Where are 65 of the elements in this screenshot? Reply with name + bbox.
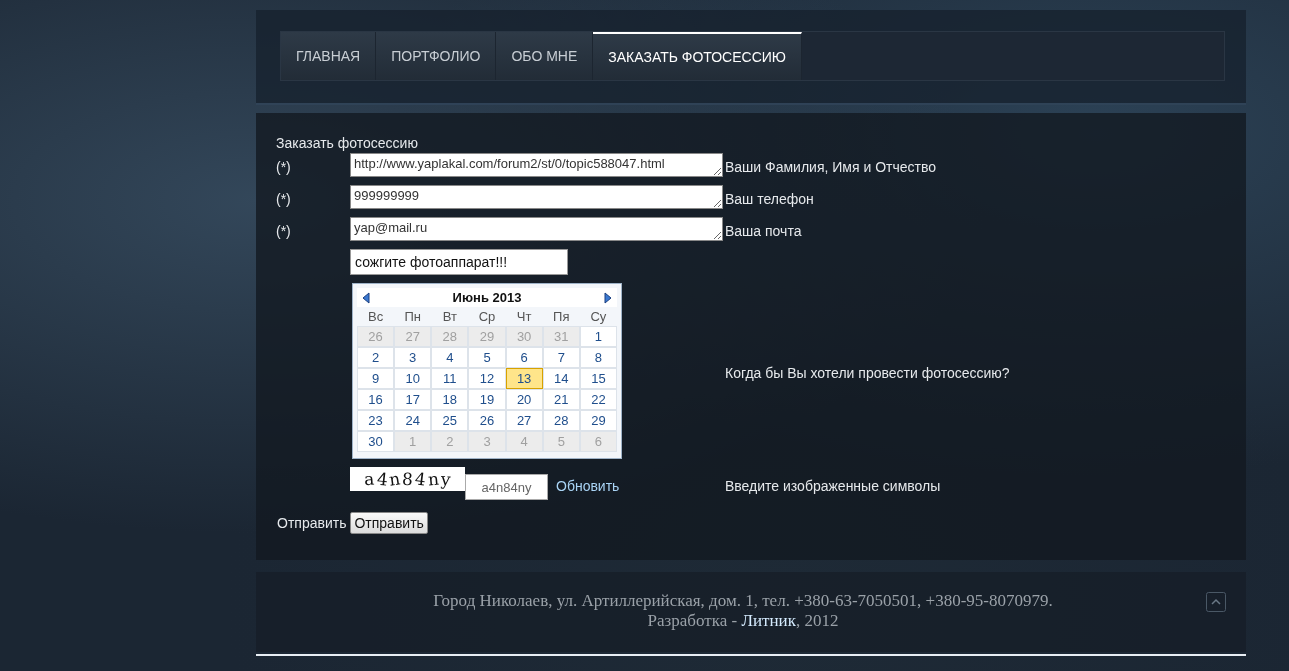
- calendar-day[interactable]: 26: [468, 410, 506, 431]
- calendar-day[interactable]: 13: [505, 368, 543, 389]
- calendar-day[interactable]: 5: [468, 347, 506, 368]
- calendar-day[interactable]: 20: [505, 389, 543, 410]
- input-field[interactable]: http://www.yaplakal.com/forum2/st/0/topic588047.html: [350, 153, 723, 177]
- submit-label: Отправить: [277, 515, 347, 531]
- calendar-day[interactable]: 24: [394, 410, 432, 431]
- date-field[interactable]: сожгите фотоаппарат!!!: [350, 249, 568, 275]
- field-label: Ваша почта: [724, 222, 803, 239]
- weekday-label: Ср: [477, 308, 497, 326]
- calendar-day[interactable]: 7: [542, 347, 580, 368]
- footer-credit: Разработка - Литник, 2012: [646, 611, 840, 631]
- calendar-day[interactable]: 18: [431, 389, 469, 410]
- calendar-day[interactable]: 29: [579, 410, 617, 431]
- calendar-day[interactable]: 11: [431, 368, 469, 389]
- calendar-day[interactable]: 12: [468, 368, 506, 389]
- input-field[interactable]: 999999999: [350, 185, 723, 209]
- calendar-day[interactable]: 19: [468, 389, 506, 410]
- field-label: Ваши Фамилия, Имя и Отчество: [724, 158, 938, 175]
- required-mark: (*): [276, 222, 292, 239]
- field-label: Введите изображенные символы: [724, 476, 942, 494]
- required-mark: (*): [276, 190, 292, 207]
- calendar-day[interactable]: 3: [394, 347, 432, 368]
- calendar-month: Июнь 2013: [452, 290, 522, 305]
- calendar-day[interactable]: 6: [505, 347, 543, 368]
- weekday-label: Пя: [552, 308, 571, 326]
- weekday-label: Чт: [515, 308, 533, 326]
- field-label: Ваш телефон: [724, 190, 815, 207]
- calendar-day[interactable]: 16: [357, 389, 395, 410]
- nav-tab[interactable]: ПОРТФОЛИО: [376, 32, 497, 80]
- captcha-image: a4n84ny: [350, 467, 465, 491]
- calendar-day[interactable]: 4: [431, 347, 469, 368]
- calendar-day[interactable]: 2: [357, 347, 395, 368]
- calendar-day[interactable]: 9: [357, 368, 395, 389]
- captcha-field[interactable]: a4n84ny: [465, 474, 548, 500]
- previous-month-icon[interactable]: [361, 291, 371, 304]
- developer-link[interactable]: Литник: [741, 611, 796, 630]
- weekday-label: Вс: [367, 308, 385, 326]
- form-title: Заказать фотосессию: [276, 135, 419, 151]
- nav-tab[interactable]: ЗАКАЗАТЬ ФОТОСЕССИЮ: [593, 32, 802, 80]
- submit-button[interactable]: Отправить: [350, 512, 428, 534]
- calendar-day[interactable]: 21: [542, 389, 580, 410]
- weekday-label: Су: [589, 308, 608, 326]
- nav-tab[interactable]: ОБО МНЕ: [496, 32, 594, 80]
- calendar-day[interactable]: 30: [357, 431, 395, 452]
- calendar-day[interactable]: 17: [394, 389, 432, 410]
- calendar-day[interactable]: 14: [542, 368, 580, 389]
- calendar-day[interactable]: 15: [579, 368, 617, 389]
- weekday-label: Пн: [403, 308, 422, 326]
- refresh-link[interactable]: Обновить: [556, 478, 620, 494]
- calendar-day[interactable]: 1: [579, 326, 617, 347]
- calendar-day[interactable]: 22: [579, 389, 617, 410]
- field-label: Когда бы Вы хотели провести фотосессию?: [724, 364, 1011, 381]
- calendar-day[interactable]: 28: [542, 410, 580, 431]
- calendar-day[interactable]: 23: [357, 410, 395, 431]
- input-field[interactable]: yap@mail.ru: [350, 217, 723, 241]
- nav-tab[interactable]: ГЛАВНАЯ: [281, 32, 377, 80]
- next-month-icon[interactable]: [603, 291, 613, 304]
- calendar-day[interactable]: 25: [431, 410, 469, 431]
- footer-address: Город Николаев, ул. Артиллерийская, дом. 1, тел. +380-63-7050501, +380-95-8070979.: [432, 591, 1054, 611]
- calendar-day[interactable]: 10: [394, 368, 432, 389]
- required-mark: (*): [276, 158, 292, 175]
- calendar-day[interactable]: 8: [579, 347, 617, 368]
- calendar-day[interactable]: 27: [505, 410, 543, 431]
- weekday-label: Вт: [441, 308, 458, 326]
